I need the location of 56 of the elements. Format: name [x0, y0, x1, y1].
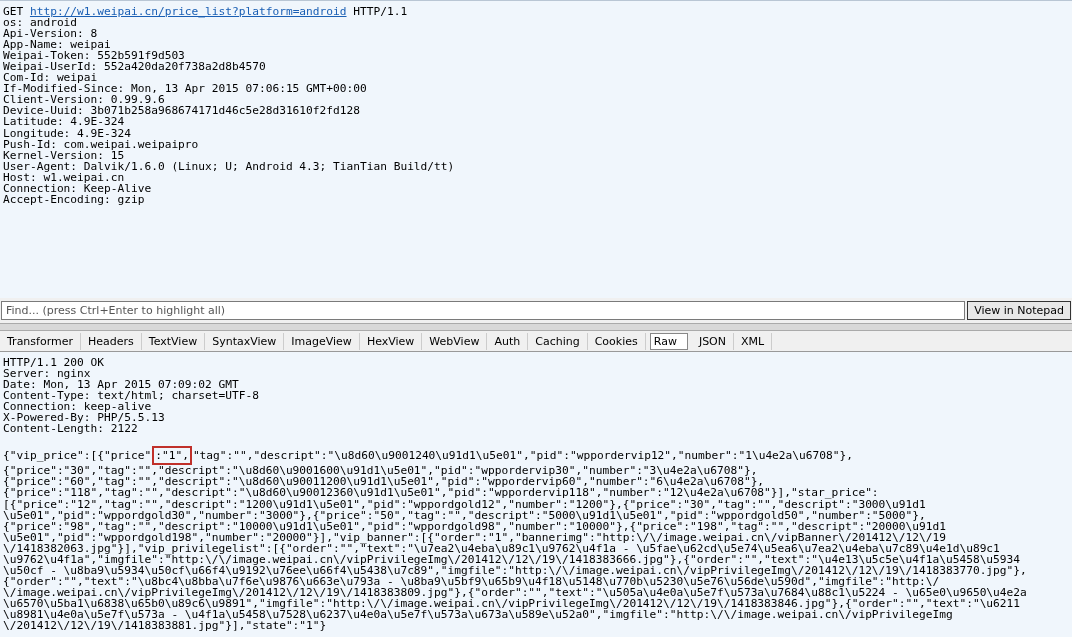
- request-url-link[interactable]: http://w1.weipai.cn/price_list?platform=android: [29, 5, 347, 18]
- response-header: Connection: keep-alive: [3, 401, 152, 413]
- request-header: Api-Version: 8: [3, 28, 98, 40]
- json-line: {"price":"30","tag":"","descript":"\u8d60\u9001600\u91d1\u5e01","pid":"wppordervip30","number":"3\u4e2a\u6708"},: [3, 465, 758, 477]
- view-tab[interactable]: Transformer: [0, 332, 81, 350]
- json-line: \/201412\/12\/19\/1418383881.jpg"}],"state":"1"}: [3, 620, 327, 632]
- request-header: If-Modified-Since: Mon, 13 Apr 2015 07:06:15 GMT+00:00: [3, 83, 367, 95]
- request-header: App-Name: weipai: [3, 39, 111, 51]
- json-line: \u5e01","pid":"wppordgold198","number":"20000"}],"vip_banner":[{"order":"1","bannerimg":"http:\/\/image.weipai.cn\/vipBanner\/201412\/12\/19: [3, 531, 946, 543]
- json-line: \u6570\u5ba1\u6838\u65b0\u89c6\u9891","imgfile":"http:\/\/image.weipai.cn\/vipPrivilegeImg\/201412\/12\/19\/1418383846.jpg"},{"order":"","text":"\u6211: [3, 597, 1021, 609]
- request-header: User-Agent: Dalvik/1.6.0 (Linux; U; Android 4.3; TianTian Build/tt): [3, 160, 455, 172]
- request-header: Weipai-Token: 552b591f9d503: [3, 50, 185, 62]
- response-header: Server: nginx: [3, 368, 91, 380]
- request-header: Kernel-Version: 15: [3, 149, 125, 161]
- request-header: Latitude: 4.9E-324: [3, 116, 125, 128]
- json-line: \u8981\u4e0a\u5e7f\u573a - \u4f1a\u5458\u7528\u6237\u4e0a\u5e7f\u573a\u673a\u589e\u52a0","imgfile":"http:\/\/image.weipai.cn\/vipPrivilegeImg: [3, 609, 953, 621]
- request-header: Connection: Keep-Alive: [3, 182, 152, 194]
- view-tab[interactable]: TextView: [141, 332, 206, 350]
- view-tab[interactable]: Headers: [81, 332, 142, 350]
- json-line: {"order":"","text":"\u8bc4\u8bba\u7f6e\u9876\u663e\u793a - \u8ba9\u5bf9\u65b9\u4f18\u5148\u770b\u5230\u5e76\u56de\u590d","imgfile":"http:\/: [3, 575, 940, 587]
- view-tab[interactable]: ImageView: [284, 332, 360, 350]
- json-line: \u5e01","pid":"wppordgold30","number":"3000"},{"price":"50","tag":"","descript":"5000\u91d1\u5e01","pid":"wppordgold50","number":"5000"},: [3, 509, 926, 521]
- view-in-notepad-button[interactable]: View in Notepad: [967, 301, 1071, 320]
- view-tab[interactable]: HexView: [359, 332, 423, 350]
- json-line: {"price":"98","tag":"","descript":"10000\u91d1\u5e01","pid":"wppordgold98","number":"10000"},{"price":"198","tag":"","descript":"20000\u91d1: [3, 520, 946, 532]
- view-tab[interactable]: SyntaxView: [205, 332, 285, 350]
- view-tab[interactable]: JSON: [691, 332, 734, 350]
- view-tab[interactable]: Caching: [528, 332, 588, 350]
- request-header: Client-Version: 0.99.9.6: [3, 94, 165, 106]
- find-field[interactable]: Find... (press Ctrl+Enter to highlight all): [1, 301, 966, 320]
- request-header: Host: w1.weipai.cn: [3, 171, 125, 183]
- view-tab[interactable]: XML: [734, 332, 773, 350]
- request-header: Weipai-UserId: 552a420da20f738a2d8b4570: [3, 61, 266, 73]
- json-line: {"price":"60","tag":"","descript":"\u8d60\u90011200\u91d1\u5e01","pid":"wppordervip60","number":"6\u4e2a\u6708"},: [3, 476, 765, 488]
- splitter-bar[interactable]: [0, 323, 1072, 331]
- response-header: Date: Mon, 13 Apr 2015 07:09:02 GMT: [3, 379, 239, 391]
- json-line: {"vip_price":[{"price" :"1", "tag":"","descript":"\u8d60\u9001240\u91d1\u5e01","pid":"wppordervip12","number":"1\u4e2a\u6708"},: [3, 446, 853, 466]
- request-line: GET http://w1.weipai.cn/price_list?platform=android HTTP/1.1: [3, 6, 408, 18]
- view-tab[interactable]: Auth: [487, 332, 529, 350]
- response-header: HTTP/1.1 200 OK: [3, 357, 105, 369]
- request-header: Device-Uuid: 3b071b258a968674171d46c5e28d31610f2fd128: [3, 105, 360, 117]
- response-header: Content-Type: text/html; charset=UTF-8: [3, 390, 259, 402]
- json-line: \/image.weipai.cn\/vipPrivilegeImg\/201412\/12\/19\/1418383809.jpg"},{"order":"","text":"\u505a\u4e0a\u5e7f\u573a\u7684\u88c1\u5224 - \u65e0\u9650\u4e2a: [3, 586, 1027, 598]
- request-header: Com-Id: weipai: [3, 72, 98, 84]
- request-header: Accept-Encoding: gzip: [3, 193, 145, 205]
- request-header: Push-Id: com.weipai.weipaipro: [3, 138, 199, 150]
- request-header: os: android: [3, 17, 78, 29]
- view-tab[interactable]: Cookies: [587, 332, 646, 350]
- response-header: X-Powered-By: PHP/5.5.13: [3, 412, 165, 424]
- json-line: {"price":"118","tag":"","descript":"\u8d60\u90012360\u91d1\u5e01","pid":"wppordervip118","number":"12\u4e2a\u6708"}],"star_price":: [3, 487, 879, 499]
- response-header: Content-Length: 2122: [3, 423, 138, 435]
- view-tab[interactable]: Raw: [649, 332, 688, 350]
- json-line: [{"price":"12","tag":"","descript":"1200\u91d1\u5e01","pid":"wppordgold12","number":"1200"},{"price":"30","tag":"","descript":"3000\u91d1: [3, 498, 926, 510]
- view-tab[interactable]: WebView: [422, 332, 488, 350]
- request-header: Longitude: 4.9E-324: [3, 127, 131, 139]
- json-line: \u50cf - \u8ba9\u5934\u50cf\u66f4\u9192\u76ee\u66f4\u5438\u7c89","imgfile":"http:\/\/image.weipai.cn\/vipPrivilegeImg\/201412\/12\/19\/1418383770.jpg"},: [3, 564, 1027, 576]
